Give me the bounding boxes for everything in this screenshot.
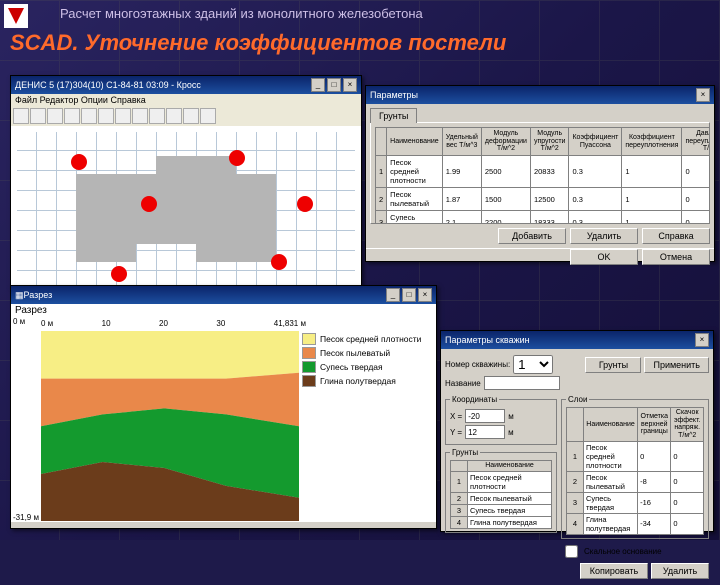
borehole-params-title: Параметры скважин xyxy=(445,335,530,345)
soils-button[interactable]: Грунты xyxy=(585,357,641,373)
section-plot: 0 м10203041,831 м 0 м -31,9 м Песок сред… xyxy=(11,317,436,522)
name-label: Название xyxy=(445,379,481,388)
soils-group: Грунты Наименование1Песок средней плотно… xyxy=(445,448,557,533)
add-button[interactable]: Добавить xyxy=(498,228,566,244)
section-layers-svg xyxy=(41,331,299,521)
maximize-button[interactable]: □ xyxy=(402,288,416,302)
minimize-button[interactable]: _ xyxy=(311,78,325,92)
rock-base-checkbox[interactable] xyxy=(565,545,578,558)
x-input[interactable] xyxy=(465,409,505,423)
y-top-label: 0 м xyxy=(13,317,25,326)
soil-params-window: Параметры × Грунты НаименованиеУдельный … xyxy=(365,85,715,262)
cancel-button[interactable]: Отмена xyxy=(642,249,710,265)
copy-button[interactable]: Копировать xyxy=(580,563,648,579)
borehole-params-titlebar[interactable]: Параметры скважин × xyxy=(441,331,713,349)
delete-button[interactable]: Удалить xyxy=(651,563,709,579)
close-button[interactable]: × xyxy=(418,288,432,302)
borehole-marker[interactable] xyxy=(111,266,127,282)
borehole-marker[interactable] xyxy=(297,196,313,212)
x-axis-ticks: 0 м10203041,831 м xyxy=(41,319,306,329)
y-bottom-label: -31,9 м xyxy=(13,513,39,522)
borehole-number-select[interactable]: 1 xyxy=(513,355,553,374)
coords-group: Координаты X =м Y =м xyxy=(445,395,557,445)
slide-subtitle: Расчет многоэтажных зданий из монолитног… xyxy=(60,6,423,21)
close-button[interactable]: × xyxy=(343,78,357,92)
layers-group: Слои НаименованиеОтметка верхней границы… xyxy=(561,395,709,539)
close-button[interactable]: × xyxy=(696,88,710,102)
borehole-marker[interactable] xyxy=(271,254,287,270)
plan-canvas[interactable] xyxy=(11,126,361,296)
borehole-number-label: Номер скважины: xyxy=(445,360,510,369)
layers-table[interactable]: НаименованиеОтметка верхней границыСкачо… xyxy=(566,407,704,535)
section-title-icon: ▦ xyxy=(15,290,24,301)
plan-titlebar[interactable]: ДЕНИС 5 (17)304(10) С1-84-81 03:09 - Кро… xyxy=(11,76,361,94)
section-legend: Песок средней плотностиПесок пылеватыйСу… xyxy=(302,331,432,389)
plan-menubar[interactable]: Файл Редактор Опции Справка xyxy=(11,94,361,106)
slide-title: SCAD. Уточнение коэффициентов постели xyxy=(10,30,506,56)
section-subheader: Разрез xyxy=(11,304,436,317)
scad-logo-icon xyxy=(4,4,28,28)
soil-table[interactable]: НаименованиеУдельный вес Т/м^3Модуль деф… xyxy=(375,127,710,224)
borehole-marker[interactable] xyxy=(229,150,245,166)
soil-params-titlebar[interactable]: Параметры × xyxy=(366,86,714,104)
section-window: ▦ Разрез _ □ × Разрез 0 м10203041,831 м … xyxy=(10,285,437,529)
plan-window-title: ДЕНИС 5 (17)304(10) С1-84-81 03:09 - Кро… xyxy=(15,80,201,90)
borehole-params-window: Параметры скважин × Номер скважины: 1 Гр… xyxy=(440,330,714,532)
borehole-marker[interactable] xyxy=(141,196,157,212)
plan-window: ДЕНИС 5 (17)304(10) С1-84-81 03:09 - Кро… xyxy=(10,75,362,287)
section-window-title: Разрез xyxy=(24,290,53,300)
apply-button[interactable]: Применить xyxy=(644,357,709,373)
ok-button[interactable]: OK xyxy=(570,249,638,265)
maximize-button[interactable]: □ xyxy=(327,78,341,92)
tab-soils[interactable]: Грунты xyxy=(370,108,417,123)
section-titlebar[interactable]: ▦ Разрез _ □ × xyxy=(11,286,436,304)
y-input[interactable] xyxy=(465,425,505,439)
soil-params-title: Параметры xyxy=(370,90,418,100)
help-button[interactable]: Справка xyxy=(642,228,710,244)
name-input[interactable] xyxy=(484,376,560,390)
rock-base-label: Скальное основание xyxy=(584,547,662,556)
delete-button[interactable]: Удалить xyxy=(570,228,638,244)
minimize-button[interactable]: _ xyxy=(386,288,400,302)
plan-toolbar[interactable] xyxy=(11,106,361,126)
soils-list-table[interactable]: Наименование1Песок средней плотности2Пес… xyxy=(450,460,552,529)
borehole-marker[interactable] xyxy=(71,154,87,170)
close-button[interactable]: × xyxy=(695,333,709,347)
